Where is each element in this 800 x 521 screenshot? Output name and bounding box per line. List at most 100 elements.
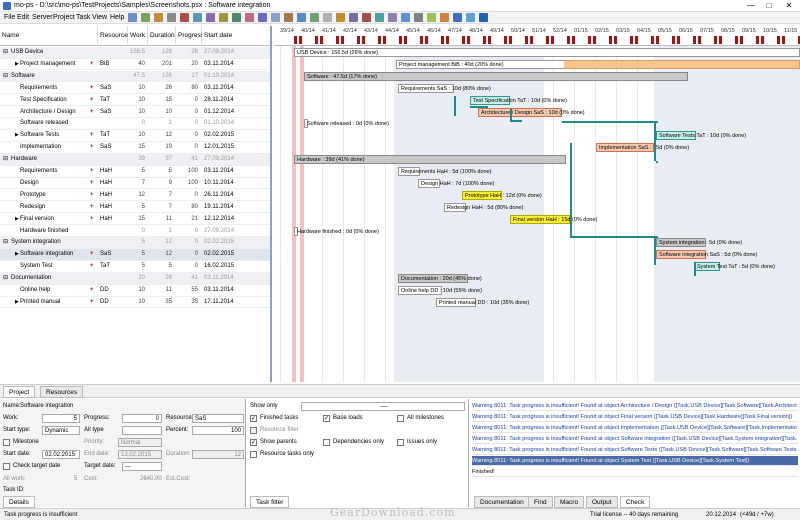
gantt-bar[interactable]: Requirements HaH : 5d (100% done): [398, 167, 492, 176]
menu-view[interactable]: View: [92, 14, 107, 21]
task-row[interactable]: ⊟ Software 47.5 136 17 01.10.2014: [0, 70, 270, 83]
gantt-bar[interactable]: Redesign HaH : 5d (80% done): [444, 202, 523, 212]
task-row[interactable]: Final version ▶ + HaH 15 11 21 12.12.2014: [0, 214, 270, 226]
gantt-bar[interactable]: Implementation SaS : 15d (0% done): [596, 143, 689, 153]
task-row[interactable]: Implementation + SaS 15 19 0 12.01.2015: [0, 142, 270, 154]
warning-message[interactable]: Warning 8011: Task progress is insuffici…: [472, 434, 798, 444]
warning-message[interactable]: Warning 8011: Task progress is insuffici…: [472, 401, 798, 411]
tab-details[interactable]: Details: [3, 496, 35, 508]
restasks-checkbox[interactable]: [250, 451, 257, 458]
toolbar-icon[interactable]: [414, 13, 423, 22]
toolbar-icon[interactable]: [427, 13, 436, 22]
resource-select[interactable]: SaS: [192, 414, 244, 423]
menu-task[interactable]: Task: [76, 14, 90, 21]
warning-message[interactable]: Warning 8011: Task progress is insuffici…: [472, 412, 798, 422]
collapse-icon[interactable]: ⊟: [3, 237, 8, 249]
toolbar-icon[interactable]: [453, 13, 462, 22]
gantt-bar[interactable]: System integration : 5d (0% done): [656, 238, 742, 248]
maximize-button[interactable]: □: [762, 1, 776, 11]
gantt-bar[interactable]: Printed manual DD : 10d (35% done): [436, 297, 529, 307]
show-only-select[interactable]: ----: [301, 402, 465, 411]
menu-project[interactable]: Project: [53, 14, 75, 21]
tab-output[interactable]: Output: [586, 496, 618, 508]
warning-message[interactable]: Warning 8011: Task progress is insuffici…: [472, 456, 798, 466]
tab-resources[interactable]: Resources: [40, 386, 84, 398]
gantt-bar[interactable]: USB Device : 156.5d (26% done): [294, 48, 800, 57]
toolbar-icon[interactable]: [180, 13, 189, 22]
col-header-work[interactable]: Work: [128, 26, 148, 46]
expand-arrow-icon[interactable]: ▶: [15, 130, 19, 142]
toolbar-icon[interactable]: [440, 13, 449, 22]
col-header-start[interactable]: Start date: [202, 26, 270, 46]
resfilter-checkbox[interactable]: [250, 427, 257, 434]
menu-help[interactable]: Help: [110, 14, 124, 21]
gantt-bar[interactable]: Test Specification TaT : 10d (0% done): [470, 95, 567, 105]
task-row[interactable]: Project management ▶ + BiB 40 201 20 03.11.2014: [0, 59, 270, 71]
collapse-icon[interactable]: ⊟: [3, 71, 8, 83]
task-row[interactable]: Design + HaH 7 9 100 10.11.2014: [0, 178, 270, 190]
toolbar-icon[interactable]: [466, 13, 475, 22]
tab-find[interactable]: Find: [528, 496, 553, 508]
task-row[interactable]: Online help + DD 10 11 55 03.11.2014: [0, 285, 270, 297]
col-header-resource[interactable]: Resource: [98, 26, 128, 46]
menu-file[interactable]: File: [4, 14, 15, 21]
progress-field[interactable]: 0: [122, 414, 162, 423]
task-row[interactable]: Requirements + HaH 5 5 100 03.11.2014: [0, 166, 270, 178]
toolbar-icon[interactable]: [167, 13, 176, 22]
percent-field[interactable]: 100: [192, 426, 244, 435]
task-row[interactable]: Test Specification + TaT 10 15 0 28.11.2014: [0, 95, 270, 107]
task-row[interactable]: Printed manual ▶ + DD 10 35 35 17.11.2014: [0, 297, 270, 309]
toolbar-icon[interactable]: [271, 13, 280, 22]
gantt-bar[interactable]: Documentation : 20d (45% done): [398, 274, 482, 284]
task-row[interactable]: ⊟ System integration 5 12 0 02.02.2015: [0, 237, 270, 249]
collapse-icon[interactable]: ⊟: [3, 273, 8, 285]
toolbar-icon[interactable]: [193, 13, 202, 22]
gantt-bar[interactable]: Design HaH : 7d (100% done): [418, 178, 494, 188]
gantt-bar[interactable]: Final version HaH : 15d (0% done): [510, 214, 597, 224]
menu-edit[interactable]: Edit: [17, 14, 29, 21]
task-row[interactable]: Requirements + SaS 10 26 80 03.11.2014: [0, 83, 270, 95]
gantt-chart[interactable]: 39/14 40/14 41/14 42/14 43/14 44/14 45/14 46/14…: [274, 26, 800, 382]
targetdate-field[interactable]: ---: [122, 462, 162, 471]
gantt-bar[interactable]: Software Tests TaT : 10d (0% done): [656, 131, 746, 141]
menu-server[interactable]: Server: [32, 14, 53, 21]
task-row[interactable]: ⊟ Documentation 20 26 41 03.11.2014: [0, 273, 270, 285]
enddate-field[interactable]: 13.02.2015: [118, 450, 162, 459]
col-header-duration[interactable]: Duration: [148, 26, 176, 46]
toolbar-icon[interactable]: [362, 13, 371, 22]
col-header-name[interactable]: Name: [0, 26, 98, 46]
warning-message[interactable]: Warning 8011: Task progress is insuffici…: [472, 423, 798, 433]
tab-macro[interactable]: Macro: [554, 496, 585, 508]
gantt-bar[interactable]: Hardware : 39d (41% done): [294, 155, 566, 165]
toolbar-icon[interactable]: [336, 13, 345, 22]
expand-arrow-icon[interactable]: ▶: [15, 214, 19, 226]
toolbar-icon[interactable]: [258, 13, 267, 22]
toolbar-icon[interactable]: [232, 13, 241, 22]
toolbar-icon[interactable]: [219, 13, 228, 22]
gantt-bar[interactable]: Prototype HaH : 12d (0% done): [462, 190, 542, 200]
toolbar-icon[interactable]: [154, 13, 163, 22]
toolbar-icon[interactable]: [479, 13, 488, 22]
task-row[interactable]: Software integration ▶ + SaS 5 12 0 02.02.2015: [0, 249, 270, 261]
toolbar-icon[interactable]: [388, 13, 397, 22]
duration-field[interactable]: 12: [192, 450, 244, 459]
alltype-select[interactable]: [122, 426, 162, 435]
task-row[interactable]: ⊟ USB Device 156.5 128 26 27.09.2014: [0, 47, 270, 59]
tab-project[interactable]: Project: [3, 386, 36, 398]
toolbar-icon[interactable]: [401, 13, 410, 22]
gantt-bar[interactable]: Requirements SaS : 10d (80% done): [398, 83, 491, 93]
finished-message[interactable]: Finished!: [472, 467, 798, 477]
toolbar-icon[interactable]: [323, 13, 332, 22]
gantt-bar[interactable]: Online help DD : 10d (55% done): [398, 286, 482, 295]
expand-arrow-icon[interactable]: ▶: [15, 59, 19, 71]
expand-arrow-icon[interactable]: ▶: [15, 297, 19, 309]
task-row[interactable]: Prototype + HaH 12 7 0 26.11.2014: [0, 190, 270, 202]
priority-select[interactable]: Normal: [118, 438, 162, 447]
toolbar-icon[interactable]: [141, 13, 150, 22]
toolbar-icon[interactable]: [375, 13, 384, 22]
minimize-button[interactable]: —: [744, 1, 758, 11]
collapse-icon[interactable]: ⊟: [3, 154, 8, 166]
gantt-bar[interactable]: Software : 47.5d (17% done): [304, 71, 688, 81]
deponly-checkbox[interactable]: [323, 439, 330, 446]
gantt-bar[interactable]: Software integration SaS : 5d (0% done): [656, 250, 757, 260]
